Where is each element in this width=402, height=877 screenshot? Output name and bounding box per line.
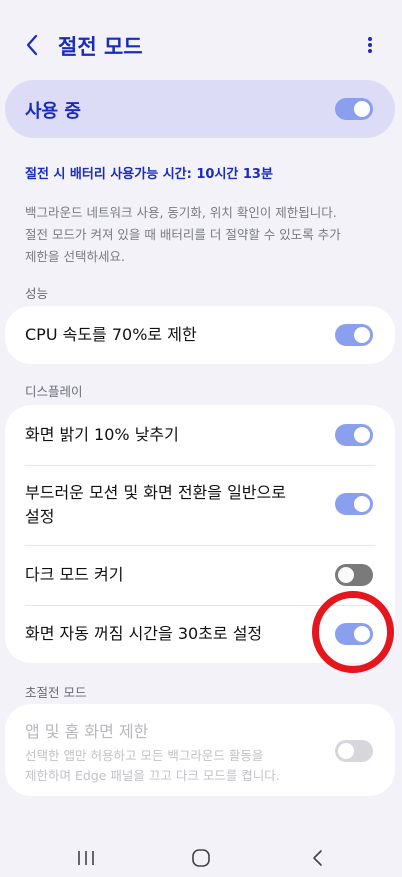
highlight-circle [312,591,394,673]
home-button[interactable] [191,849,211,867]
top-app-bar: 절전 모드 [0,0,402,90]
screen-timeout-label: 화면 자동 꺼짐 시간을 30초로 설정 [25,624,263,643]
app-home-restrict-title: 앱 및 홈 화면 제한 [25,722,149,741]
description-line: 제한을 선택하세요. [25,249,125,264]
app-home-restrict-row[interactable]: 앱 및 홈 화면 제한 선택한 앱만 허용하고 모든 백그라운드 활동을 제한하… [5,704,395,796]
performance-card: CPU 속도를 70%로 제한 [5,306,395,364]
recents-button[interactable] [76,849,96,867]
motion-label: 부드러운 모션 및 화면 전환을 일반으로 설정 [25,481,286,529]
motion-label-line: 설정 [25,507,55,526]
more-vertical-icon [368,37,372,53]
battery-time-estimate: 절전 시 배터리 사용가능 시간: 10시간 13분 [25,167,273,182]
toggle-knob [354,427,370,443]
page-title: 절전 모드 [58,35,143,59]
recents-icon [78,851,94,865]
app-home-restrict-toggle[interactable] [335,740,373,762]
motion-row[interactable]: 부드러운 모션 및 화면 전환을 일반으로 설정 [5,465,395,545]
system-nav-bar [0,835,402,877]
motion-toggle[interactable] [335,493,373,515]
description-line: 선택한 앱만 허용하고 모든 백그라운드 활동을 [25,748,264,763]
power-saving-description: 백그라운드 네트워크 사용, 동기화, 위치 확인이 제한됩니다. 절전 모드가… [25,202,385,268]
cpu-limit-toggle[interactable] [335,324,373,346]
master-toggle[interactable] [335,98,373,120]
ultra-power-saving-card: 앱 및 홈 화면 제한 선택한 앱만 허용하고 모든 백그라운드 활동을 제한하… [5,704,395,796]
app-home-restrict-description: 선택한 앱만 허용하고 모든 백그라운드 활동을 제한하며 Edge 패널을 끄… [25,746,280,786]
section-header-display: 디스플레이 [25,384,83,399]
nav-back-button[interactable] [308,849,328,867]
back-button[interactable] [14,30,50,60]
toggle-knob [354,101,370,117]
more-options-button[interactable] [360,30,380,60]
description-line: 절전 모드가 켜져 있을 때 배터리를 더 절약할 수 있도록 추가 [25,227,341,242]
motion-label-line: 부드러운 모션 및 화면 전환을 일반으로 [25,483,286,502]
chevron-left-icon [26,34,38,56]
cpu-limit-row[interactable]: CPU 속도를 70%로 제한 [5,306,395,364]
brightness-row[interactable]: 화면 밝기 10% 낮추기 [5,405,395,465]
toggle-knob [354,327,370,343]
master-switch-label: 사용 중 [25,101,81,122]
description-line: 제한하며 Edge 패널을 끄고 다크 모드를 켭니다. [25,768,280,783]
home-icon [192,849,210,867]
section-header-performance: 성능 [25,286,49,301]
dark-mode-label: 다크 모드 켜기 [25,565,124,584]
cpu-limit-label: CPU 속도를 70%로 제한 [25,325,197,344]
toggle-knob [354,496,370,512]
toggle-knob [338,567,354,583]
brightness-label: 화면 밝기 10% 낮추기 [25,425,179,444]
back-icon [313,850,322,866]
dark-mode-toggle[interactable] [335,564,373,586]
description-line: 백그라운드 네트워크 사용, 동기화, 위치 확인이 제한됩니다. [25,205,337,220]
section-header-ultra: 초절전 모드 [25,685,87,700]
toggle-knob [338,743,354,759]
master-switch-row[interactable]: 사용 중 [5,80,395,138]
brightness-toggle[interactable] [335,424,373,446]
